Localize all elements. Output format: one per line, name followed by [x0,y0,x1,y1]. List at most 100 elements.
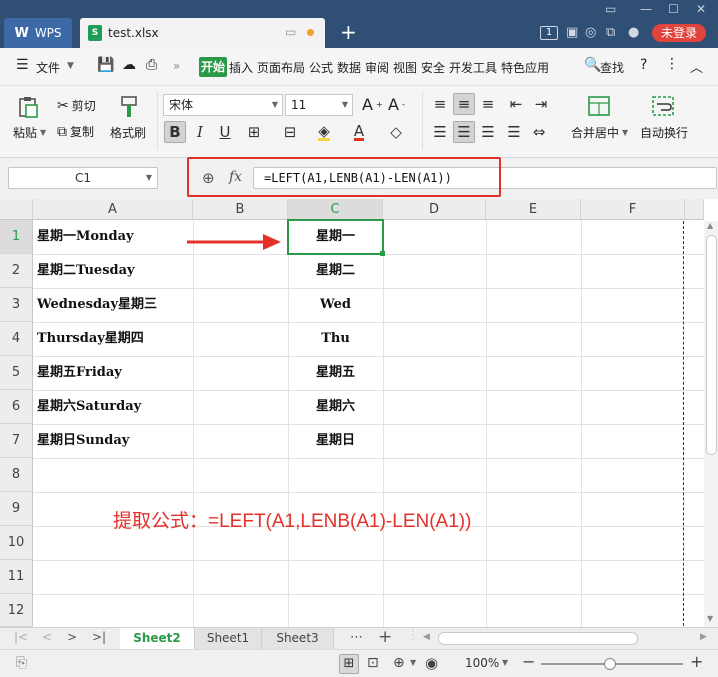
help-icon[interactable]: ? [640,57,647,73]
more-icon[interactable]: » [173,59,180,73]
increase-font-icon[interactable]: A + [362,95,383,114]
align-right-icon[interactable]: ☰ [477,121,499,143]
cell-a4[interactable]: Thursday星期四 [37,322,144,356]
share-icon[interactable]: ⧉ [606,25,615,40]
search-icon[interactable]: 🔍 [584,57,601,73]
clear-format-icon[interactable]: ◇ [385,121,407,143]
normal-view-icon[interactable]: ⊞ [339,654,359,674]
decrease-font-icon[interactable]: A- [388,95,405,114]
cut-button[interactable]: ✂ 剪切 [57,97,96,114]
row-header-10[interactable]: 10 [0,526,33,560]
tab-review[interactable]: 审阅 [365,59,389,76]
align-middle-icon[interactable]: ≡ [453,93,475,115]
eye-protection-icon[interactable]: ◉ [425,654,438,672]
more-sheets-icon[interactable]: ⋯ [350,630,363,645]
fill-handle[interactable] [380,251,385,256]
tab-view[interactable]: 视图 [393,59,417,76]
scroll-down-icon[interactable]: ▼ [707,614,713,623]
reading-mode-icon[interactable]: ⊕ [393,655,405,671]
cell-a6[interactable]: 星期六Saturday [37,390,141,424]
file-menu[interactable]: 文件 [36,59,60,76]
cell-a1[interactable]: 星期一Monday [37,220,134,254]
first-sheet-icon[interactable]: |< [14,630,28,644]
justify-icon[interactable]: ☰ [503,121,525,143]
align-top-icon[interactable]: ≡ [429,93,451,115]
tab-formulas[interactable]: 公式 [309,59,333,76]
row-header-2[interactable]: 2 [0,254,33,288]
wps-home-tab[interactable]: W WPS [4,18,72,48]
decrease-indent-icon[interactable]: ⇤ [505,93,527,115]
search-label[interactable]: 查找 [600,59,624,76]
column-header-b[interactable]: B [193,199,288,220]
increase-indent-icon[interactable]: ⇥ [530,93,552,115]
cell-c5[interactable]: 星期五 [288,356,383,390]
name-box[interactable]: C1 ▼ [8,167,158,189]
format-painter-button[interactable]: 格式刷 [110,124,146,141]
align-bottom-icon[interactable]: ≡ [477,93,499,115]
user-icon[interactable]: ● [628,25,639,40]
new-tab-button[interactable]: + [340,20,357,44]
column-header-d[interactable]: D [383,199,486,220]
login-button[interactable]: 未登录 [652,24,706,42]
cell-c7[interactable]: 星期日 [288,424,383,458]
paste-button[interactable]: 粘贴 ▼ [13,124,46,141]
row-header-6[interactable]: 6 [0,390,33,424]
copy-button[interactable]: ⧉ 复制 [57,123,94,140]
vertical-scrollbar[interactable]: ▲ ▼ [704,221,718,627]
cell-a7[interactable]: 星期日Sunday [37,424,129,458]
tab-page-layout[interactable]: 页面布局 [257,59,305,76]
column-header-a[interactable]: A [33,199,193,220]
tab-developer[interactable]: 开发工具 [449,59,497,76]
add-sheet-icon[interactable]: + [378,627,392,647]
zoom-out-button[interactable]: − [522,652,535,671]
page-count-badge[interactable]: 1 [540,26,558,40]
cell-a2[interactable]: 星期二Tuesday [37,254,135,288]
format-painter-icon[interactable] [118,95,140,117]
collapse-ribbon-icon[interactable]: ︿ [690,57,703,76]
save-icon[interactable]: 💾 [97,57,114,73]
cloud-icon[interactable]: ◎ [585,25,596,40]
scroll-right-icon[interactable]: ▶ [700,632,707,642]
close-icon[interactable]: ✕ [696,2,706,16]
border-icon[interactable]: ⊞ [243,121,265,143]
spreadsheet-grid[interactable]: A B C D E F 1 2 3 4 5 6 7 8 9 10 11 12 星… [0,199,704,627]
cell-a3[interactable]: Wednesday星期三 [37,288,157,322]
tab-data[interactable]: 数据 [337,59,361,76]
more-options-icon[interactable]: ⋮ [665,56,679,72]
wrap-text-icon[interactable] [652,95,674,117]
minimize-icon[interactable]: — [640,2,652,16]
row-header-7[interactable]: 7 [0,424,33,458]
row-header-9[interactable]: 9 [0,492,33,526]
sheet-tab-sheet2[interactable]: Sheet2 [120,628,195,650]
tab-insert[interactable]: 插入 [229,59,253,76]
paste-icon[interactable] [17,96,39,118]
fill-color-icon[interactable]: ◈ [313,121,335,143]
row-header-12[interactable]: 12 [0,594,33,627]
sheet-tab-sheet1[interactable]: Sheet1 [195,628,262,650]
align-center-icon[interactable]: ☰ [453,121,475,143]
wrap-text-button[interactable]: 自动换行 [640,124,688,141]
bold-icon[interactable]: B [164,121,186,143]
zoom-in-button[interactable]: + [690,652,703,671]
zoom-level[interactable]: 100% [465,656,499,670]
cell-c4[interactable]: Thu [288,322,383,356]
file-tab[interactable]: S test.xlsx ▭ [80,18,325,48]
prev-sheet-icon[interactable]: < [42,630,52,644]
row-header-1[interactable]: 1 [0,220,33,254]
skin-icon[interactable]: ▭ [605,2,616,16]
row-header-8[interactable]: 8 [0,458,33,492]
next-sheet-icon[interactable]: > [67,630,77,644]
row-header-3[interactable]: 3 [0,288,33,322]
restore-icon[interactable]: ▣ [566,25,578,40]
distribute-icon[interactable]: ⇔ [528,121,550,143]
tab-home[interactable]: 开始 [199,57,227,77]
scroll-up-icon[interactable]: ▲ [707,221,713,230]
zoom-slider-thumb[interactable] [604,658,616,670]
column-header-c[interactable]: C [288,199,383,220]
scroll-left-icon[interactable]: ◀ [423,632,430,642]
column-header-f[interactable]: F [581,199,685,220]
chevron-down-icon[interactable]: ▼ [67,61,74,71]
cell-a5[interactable]: 星期五Friday [37,356,122,390]
maximize-icon[interactable]: ☐ [668,2,679,16]
macro-icon[interactable]: ⎘ [16,655,27,671]
